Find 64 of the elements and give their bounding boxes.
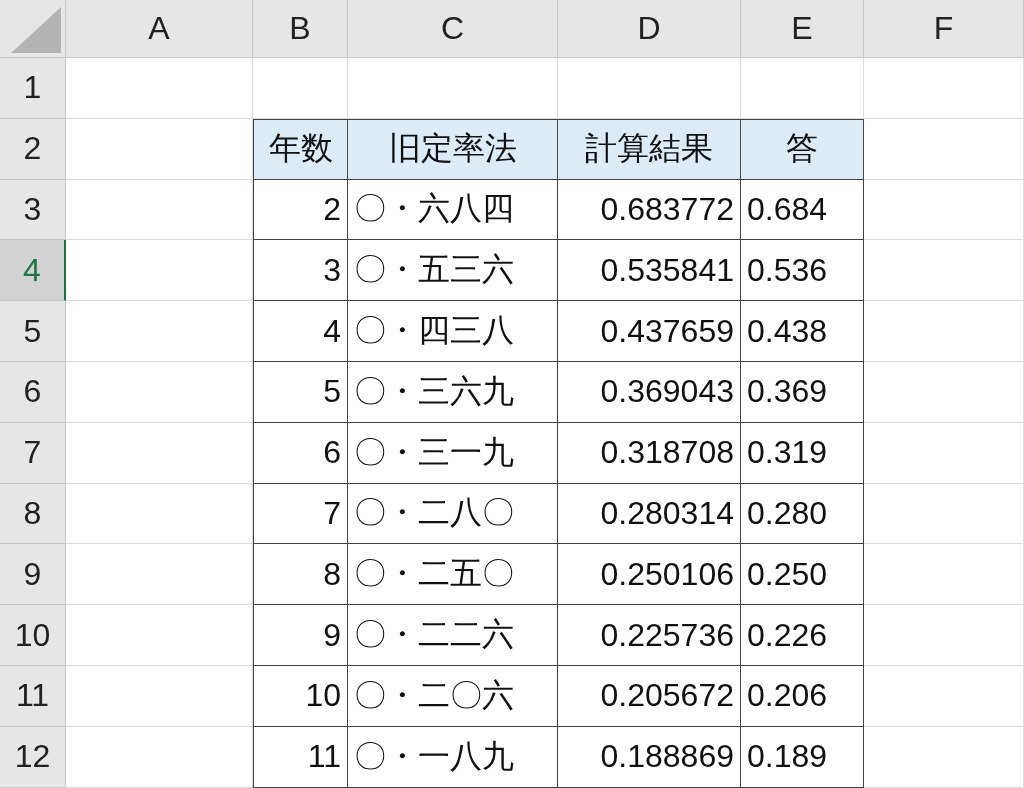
column-header[interactable]: B [253, 0, 348, 58]
column-header[interactable]: C [348, 0, 558, 58]
table-cell: 0.437659 [558, 301, 741, 362]
table-cell: 4 [253, 301, 348, 362]
row-header[interactable]: 2 [0, 118, 66, 180]
column-heading: 旧定率法 [348, 118, 558, 180]
row-header[interactable]: 9 [0, 544, 66, 606]
table-cell: 3 [253, 240, 348, 302]
table-cell: 0.319 [741, 422, 864, 484]
triangle-icon [11, 7, 61, 53]
table-cell: 0.369 [741, 362, 864, 423]
table-cell: 0.318708 [558, 422, 741, 484]
row-header[interactable]: 6 [0, 362, 66, 423]
row-header[interactable]: 1 [0, 58, 66, 119]
column-heading: 答 [741, 118, 864, 180]
select-all-button[interactable] [0, 0, 66, 58]
table-cell: 〇・六八四 [348, 179, 558, 241]
table-cell: 5 [253, 362, 348, 423]
table-cell: 0.250106 [558, 544, 741, 606]
row-header[interactable]: 10 [0, 605, 66, 666]
table-cell: 〇・一八九 [348, 726, 558, 788]
table-cell: 9 [253, 605, 348, 666]
table-cell: 0.250 [741, 544, 864, 606]
row-header[interactable]: 4 [0, 240, 66, 302]
table-cell: 〇・二五〇 [348, 544, 558, 606]
table-cell: 0.280 [741, 483, 864, 545]
table-cell: 0.536 [741, 240, 864, 302]
table-cell: 〇・二八〇 [348, 483, 558, 545]
column-heading: 計算結果 [558, 118, 741, 180]
table-cell: 10 [253, 665, 348, 727]
row-header[interactable]: 12 [0, 726, 66, 788]
table-cell: 〇・四三八 [348, 301, 558, 362]
row-header[interactable]: 11 [0, 665, 66, 727]
table-cell: 〇・二〇六 [348, 665, 558, 727]
table-cell: 0.369043 [558, 362, 741, 423]
table-cell: 〇・三六九 [348, 362, 558, 423]
row-header[interactable]: 5 [0, 301, 66, 362]
table-cell: 0.189 [741, 726, 864, 788]
row-header[interactable]: 7 [0, 422, 66, 484]
table-cell: 〇・五三六 [348, 240, 558, 302]
table-cell: 0.438 [741, 301, 864, 362]
table-cell: 0.684 [741, 179, 864, 241]
table-cell: 0.205672 [558, 665, 741, 727]
table-cell: 6 [253, 422, 348, 484]
table-cell: 0.535841 [558, 240, 741, 302]
table-cell: 0.226 [741, 605, 864, 666]
column-header[interactable]: E [741, 0, 864, 58]
table-cell: 0.683772 [558, 179, 741, 241]
row-header[interactable]: 3 [0, 179, 66, 241]
table-cell: 2 [253, 179, 348, 241]
table-cell: 〇・二二六 [348, 605, 558, 666]
table-cell: 8 [253, 544, 348, 606]
table-cell: 7 [253, 483, 348, 545]
column-header[interactable]: A [66, 0, 253, 58]
table-cell: 0.206 [741, 665, 864, 727]
column-header[interactable]: F [864, 0, 1024, 58]
row-header[interactable]: 8 [0, 483, 66, 545]
table-cell: 〇・三一九 [348, 422, 558, 484]
table-cell: 0.280314 [558, 483, 741, 545]
table-cell: 0.225736 [558, 605, 741, 666]
table-cell: 11 [253, 726, 348, 788]
column-header[interactable]: D [558, 0, 741, 58]
table-cell: 0.188869 [558, 726, 741, 788]
column-heading: 年数 [253, 118, 348, 180]
